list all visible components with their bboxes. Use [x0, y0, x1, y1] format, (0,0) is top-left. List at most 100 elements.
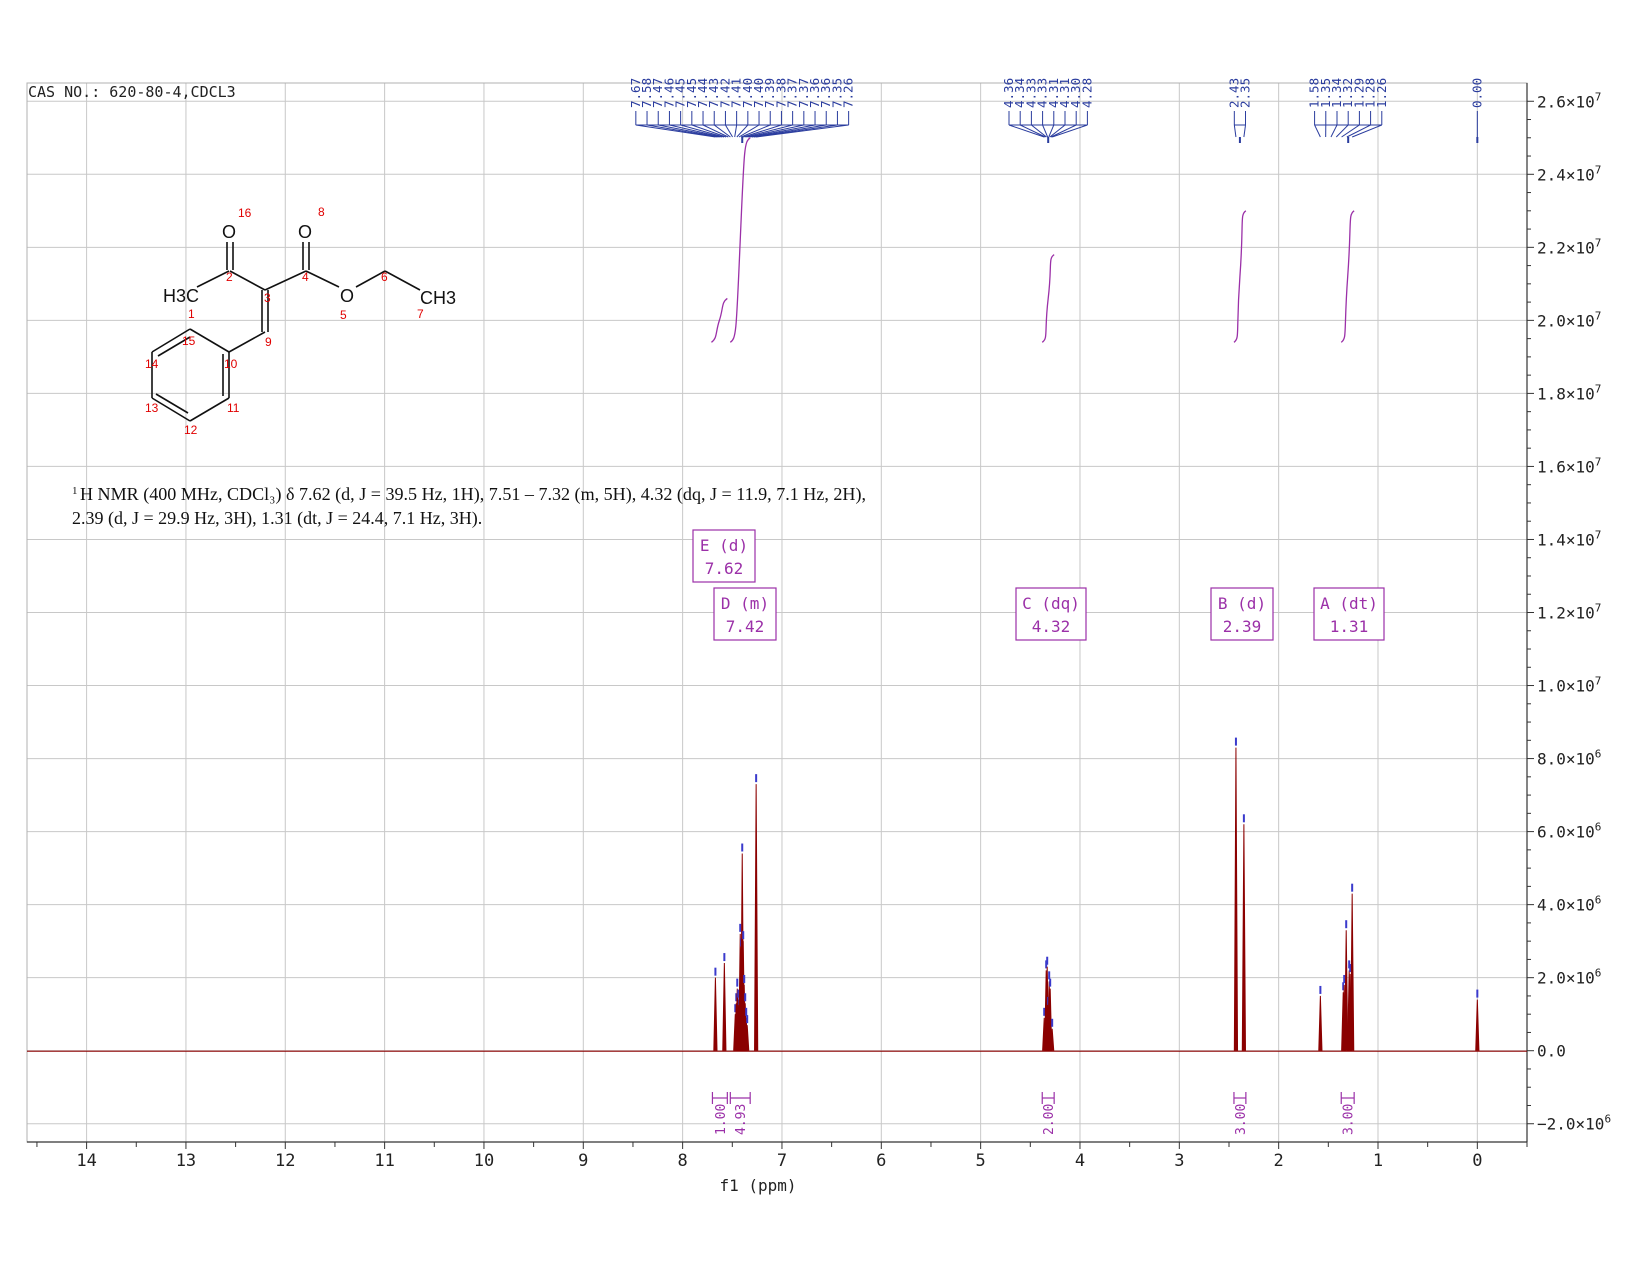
atom-number-5: 5 [340, 308, 347, 322]
y-tick-label: −2.0×106 [1537, 1113, 1611, 1134]
peak-labels: 7.677.587.477.467.457.457.447.437.427.41… [628, 78, 1484, 143]
integral-value: 4.93 [734, 1104, 749, 1135]
x-tick-label: 13 [176, 1151, 196, 1171]
x-tick-label: 14 [76, 1151, 96, 1171]
peak-label-leader [725, 124, 733, 138]
integral-curve [1233, 210, 1247, 343]
peak-label: 2.35 [1238, 78, 1253, 108]
peak-label: 1.26 [1374, 78, 1389, 108]
peak-label-leader [1048, 124, 1055, 138]
x-tick-label: 9 [578, 1151, 588, 1171]
atom-number-1: 1 [188, 307, 195, 321]
chemical-structure [151, 242, 421, 422]
spectrum-peak [1344, 930, 1349, 1051]
integral-curve [729, 137, 751, 343]
multiplet-label: A (dt) [1320, 594, 1378, 613]
description-line-2: 2.39 (d, J = 29.9 Hz, 3H), 1.31 (dt, J =… [72, 508, 482, 529]
peak-label: 7.26 [841, 78, 856, 108]
multiplet-shift: 7.62 [705, 559, 744, 578]
atom-number-6: 6 [381, 270, 388, 284]
spectrum-peak [754, 784, 759, 1051]
integral-curve [1041, 254, 1055, 343]
x-tick-label: 10 [474, 1151, 494, 1171]
multiplet-label: E (d) [700, 536, 748, 555]
multiplet-label: D (m) [721, 594, 769, 613]
x-tick-label: 4 [1075, 1151, 1085, 1171]
atom-number-7: 7 [417, 307, 424, 321]
peak-label-leader [1314, 124, 1321, 138]
description-superscript: 1 [72, 485, 78, 497]
y-axis: 2.6×107 2.4×107 2.2×107 2.0×107 1.8×107 1.6×1… [1527, 90, 1611, 1134]
x-tick-label: 1 [1373, 1151, 1383, 1171]
integral-value: 3.00 [1234, 1104, 1249, 1135]
nmr-spectrum-chart: 2.6×107 2.4×107 2.2×107 2.0×107 1.8×107 1.6×1… [26, 78, 1611, 1195]
x-tick-label: 12 [275, 1151, 295, 1171]
peak-label-leader [1050, 124, 1077, 138]
multiplet-shift: 2.39 [1223, 617, 1262, 636]
spectrum-peak [1350, 893, 1355, 1051]
y-tick-label: 2.6×107 [1537, 90, 1601, 111]
multiplet-boxes: E (d) 7.62 D (m) 7.42 C (dq) 4.32 B (d) 2.39 A (… [692, 529, 1385, 641]
atom-number-9: 9 [265, 335, 272, 349]
atom-number-11: 11 [227, 401, 240, 415]
x-tick-label: 11 [374, 1151, 394, 1171]
y-tick-label: 8.0×106 [1537, 748, 1601, 769]
integral-value: 1.00 [714, 1104, 729, 1135]
atom-number-3: 3 [264, 291, 271, 305]
description-line-1: H NMR (400 MHz, CDCl₃) δ 7.62 (d, J = 39… [80, 484, 866, 505]
spectrum-peak [722, 963, 727, 1051]
atom-ch3: CH3 [420, 288, 456, 308]
peak-label-leader [1019, 124, 1046, 138]
multiplet-shift: 4.32 [1032, 617, 1071, 636]
peak-label-leader [1243, 124, 1247, 138]
multiplet-shift: 1.31 [1330, 617, 1369, 636]
peak-label-leader [734, 124, 738, 138]
x-tick-label: 6 [876, 1151, 886, 1171]
cas-header: CAS NO.: 620-80-4,CDCL3 [28, 83, 236, 101]
x-axis-label: f1 (ppm) [719, 1176, 796, 1195]
y-tick-label: 2.0×106 [1537, 967, 1601, 988]
atom-number-15: 15 [182, 334, 196, 348]
spectrum [27, 737, 1527, 1052]
atom-number-16: 16 [238, 206, 252, 220]
spectrum-peak [1475, 999, 1480, 1051]
peak-label-leader [1335, 124, 1349, 138]
atom-number-12: 12 [184, 423, 198, 437]
atom-number-14: 14 [145, 357, 159, 371]
y-tick-label: 0.0 [1537, 1042, 1566, 1061]
y-tick-label: 4.0×106 [1537, 894, 1601, 915]
multiplet-label: B (d) [1218, 594, 1266, 613]
integral-value: 3.00 [1342, 1104, 1357, 1135]
peak-label: 4.28 [1079, 78, 1094, 108]
atom-o5: O [340, 286, 354, 306]
x-tick-label: 7 [777, 1151, 787, 1171]
y-tick-label: 1.4×107 [1537, 528, 1601, 549]
spectrum-peak [1241, 824, 1246, 1051]
y-tick-label: 2.0×107 [1537, 309, 1601, 330]
y-tick-label: 2.2×107 [1537, 236, 1601, 257]
y-tick-label: 6.0×106 [1537, 821, 1601, 842]
spectrum-peak [713, 977, 718, 1051]
atom-number-10: 10 [224, 357, 238, 371]
atom-numbers: 1 2 3 4 5 6 7 8 9 10 11 12 13 14 15 16 [145, 205, 424, 437]
integral-curve [1340, 210, 1355, 343]
y-tick-label: 1.0×107 [1537, 675, 1601, 696]
x-tick-label: 3 [1174, 1151, 1184, 1171]
y-tick-label: 1.6×107 [1537, 455, 1601, 476]
peak-label-leader [1330, 124, 1338, 138]
atom-o16: O [222, 222, 236, 242]
x-tick-label: 8 [678, 1151, 688, 1171]
atom-number-2: 2 [226, 270, 233, 284]
x-tick-label: 5 [976, 1151, 986, 1171]
y-tick-label: 1.8×107 [1537, 382, 1601, 403]
atom-number-13: 13 [145, 401, 159, 415]
integral-value: 2.00 [1042, 1104, 1057, 1135]
peak-label-leader [1233, 124, 1237, 138]
atom-number-4: 4 [302, 270, 309, 284]
y-tick-label: 1.2×107 [1537, 602, 1601, 623]
peak-label: 0.00 [1469, 78, 1484, 108]
atom-o8: O [298, 222, 312, 242]
nmr-description: 1 H NMR (400 MHz, CDCl₃) δ 7.62 (d, J = … [72, 484, 866, 529]
atom-number-8: 8 [318, 205, 325, 219]
x-tick-label: 0 [1472, 1151, 1482, 1171]
